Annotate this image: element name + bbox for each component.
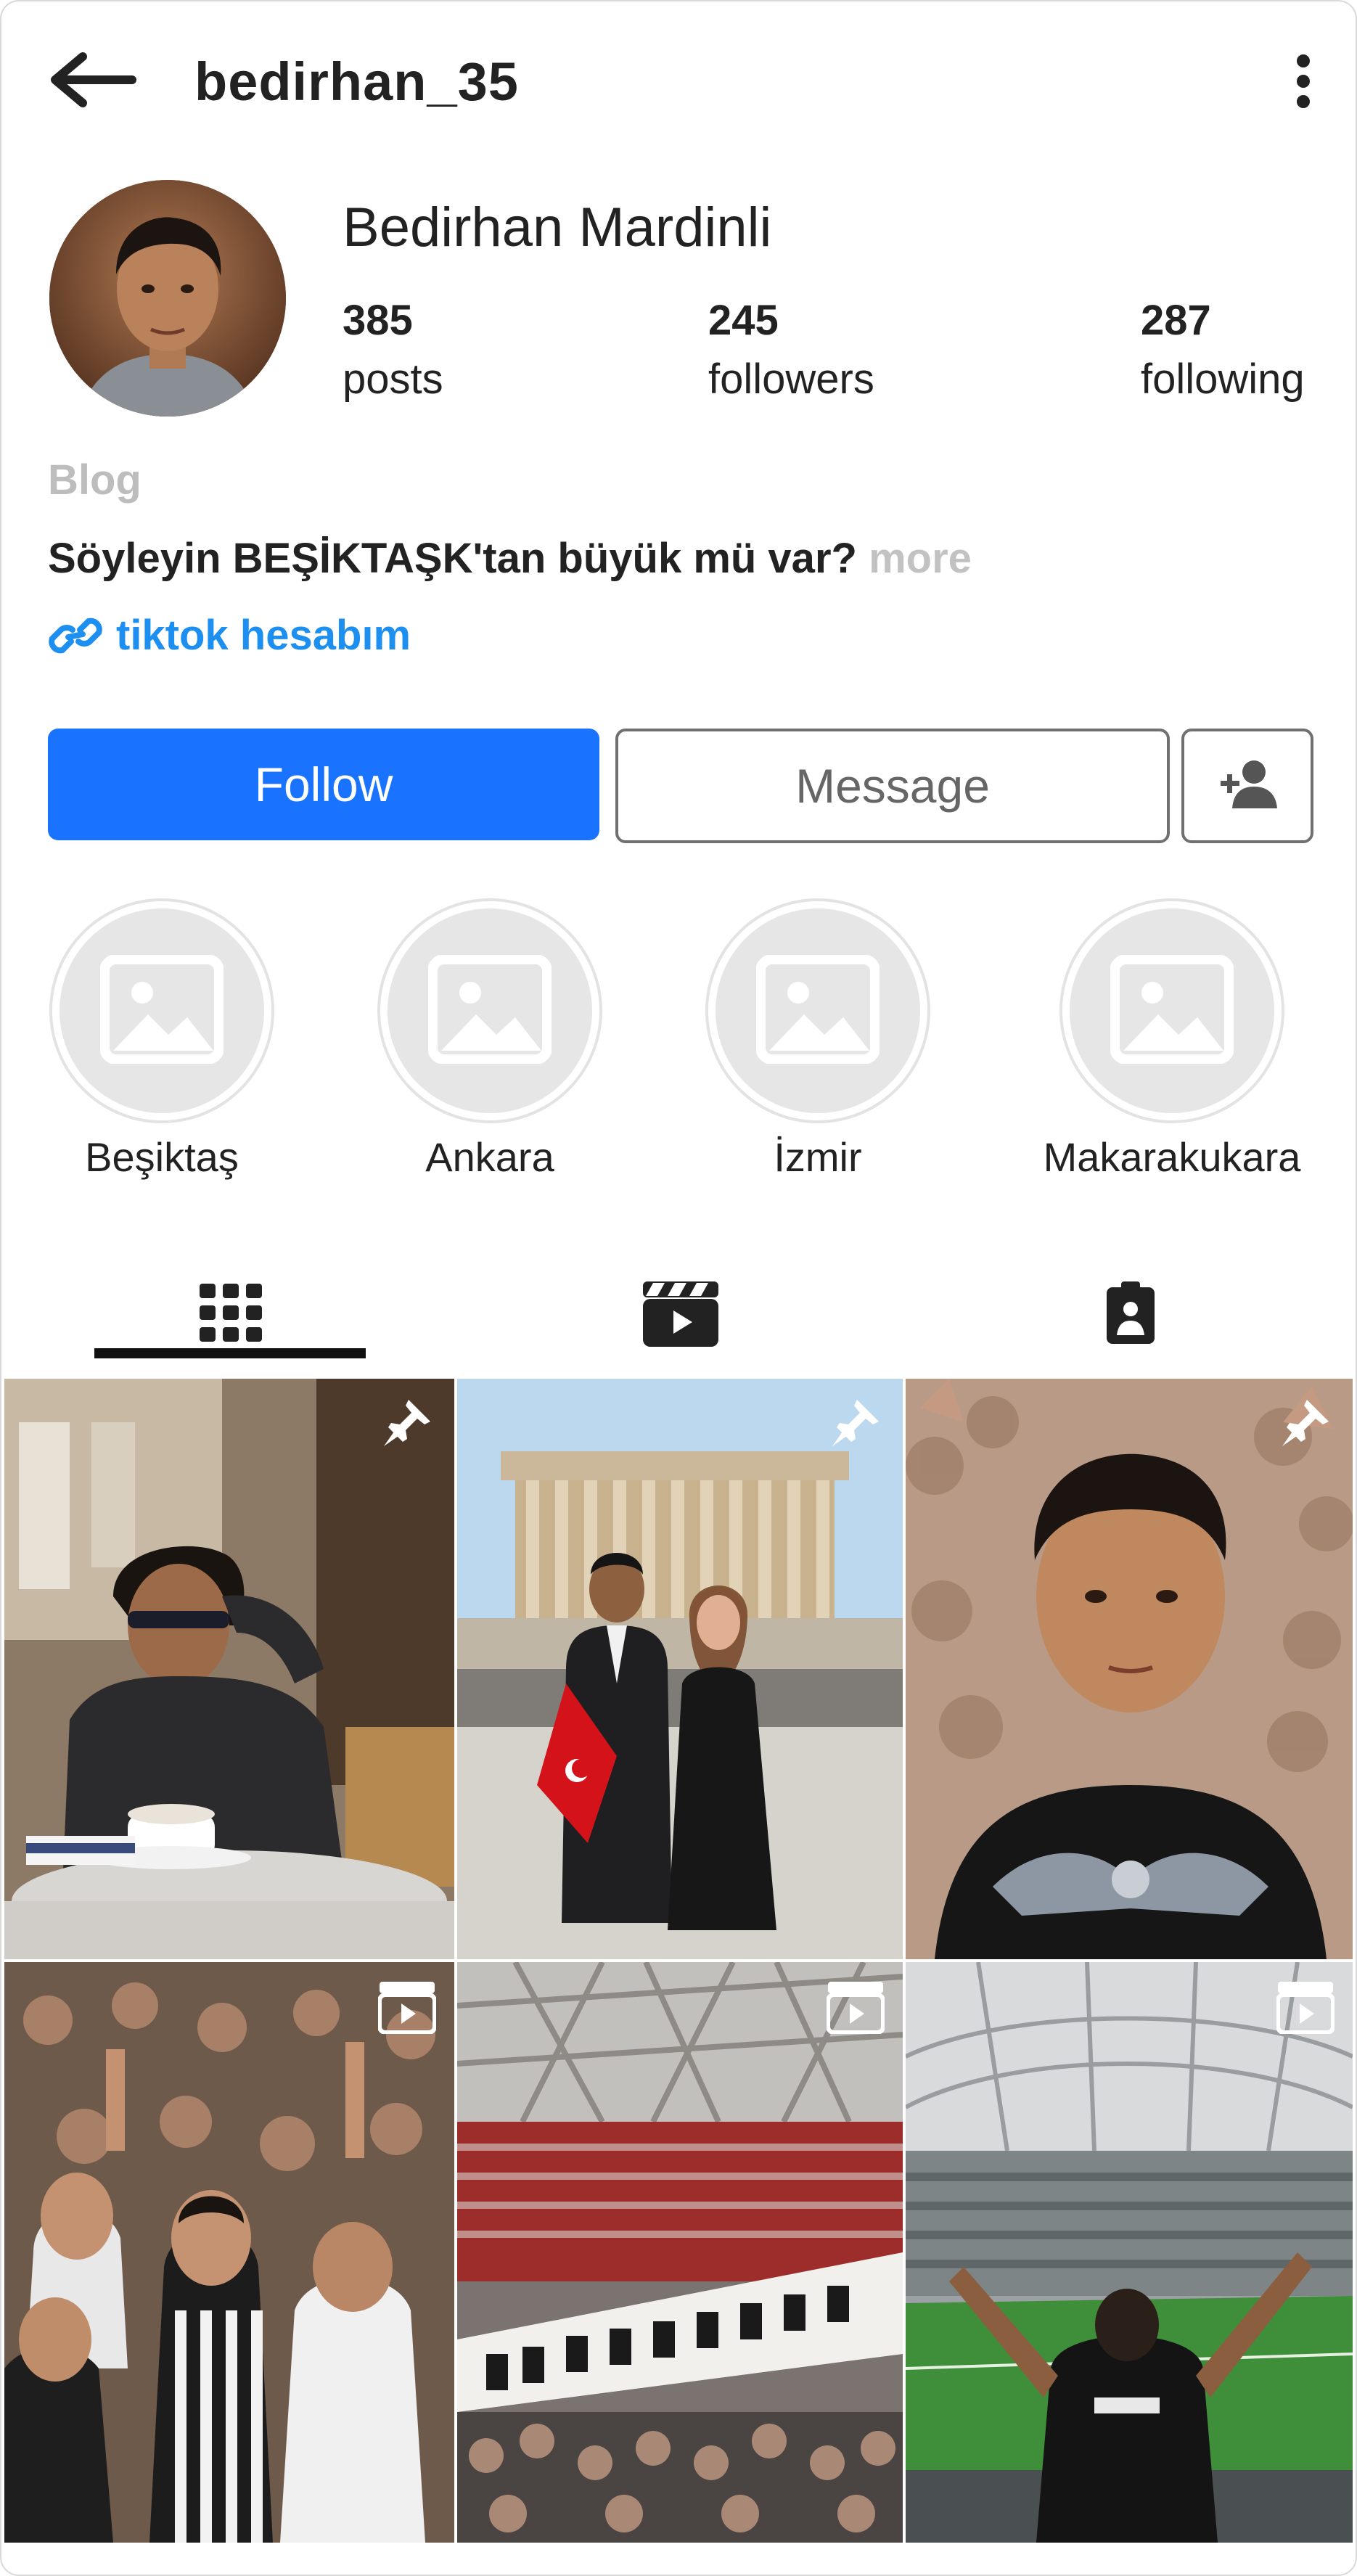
vertical-dots-icon — [1295, 54, 1312, 112]
reel-icon — [824, 1975, 887, 2038]
arrow-left-icon — [46, 51, 136, 112]
image-placeholder-icon — [99, 953, 224, 1067]
post-image — [906, 1379, 1353, 1959]
tagged-icon — [1107, 1281, 1155, 1348]
message-button[interactable]: Message — [615, 729, 1170, 843]
profile-link-text: tiktok hesabım — [116, 612, 411, 659]
stat-posts[interactable]: 385 posts — [343, 295, 443, 412]
stat-posts-count: 385 — [343, 297, 413, 344]
post-tile[interactable] — [457, 1962, 903, 2543]
reel-icon — [1274, 1975, 1337, 2038]
avatar[interactable] — [49, 180, 286, 417]
highlight-ankara[interactable]: Ankara — [377, 898, 602, 1180]
post-image — [457, 1962, 903, 2543]
pin-icon — [824, 1392, 887, 1454]
follow-button[interactable]: Follow — [48, 729, 599, 840]
profile-bio: Söyleyin BEŞİKTAŞK'tan büyük mü var? mor… — [48, 534, 972, 583]
highlight-besiktas[interactable]: Beşiktaş — [49, 898, 274, 1180]
reel-icon — [376, 1975, 438, 2038]
top-bar: bedirhan_35 — [1, 1, 1356, 161]
pin-icon — [1274, 1392, 1337, 1454]
add-user-button[interactable] — [1181, 729, 1313, 843]
profile-display-name: Bedirhan Mardinli — [343, 197, 772, 258]
back-button[interactable] — [44, 44, 139, 119]
post-tile[interactable] — [906, 1379, 1353, 1959]
profile-link[interactable]: tiktok hesabım — [48, 611, 411, 660]
post-tile[interactable] — [4, 1962, 454, 2543]
post-tile[interactable] — [457, 1379, 903, 1959]
post-image — [906, 1962, 1353, 2543]
stat-followers-label: followers — [708, 356, 874, 403]
post-tile[interactable] — [906, 1962, 1353, 2543]
stat-posts-label: posts — [343, 356, 443, 403]
stat-following-label: following — [1141, 356, 1305, 403]
stat-following[interactable]: 287 following — [1141, 295, 1305, 412]
tab-reels[interactable] — [544, 1267, 817, 1361]
highlight-makarakukara[interactable]: Makarakukara — [1044, 898, 1300, 1180]
highlight-label: Ankara — [425, 1134, 554, 1180]
bio-more-link[interactable]: more — [869, 535, 972, 582]
image-placeholder-icon — [427, 953, 552, 1067]
stat-following-count: 287 — [1141, 297, 1211, 344]
highlight-label: Beşiktaş — [85, 1134, 239, 1180]
highlight-label: İzmir — [774, 1134, 862, 1180]
link-icon — [48, 614, 103, 657]
post-image — [457, 1379, 903, 1959]
post-tile[interactable] — [4, 1379, 454, 1959]
pin-icon — [376, 1392, 438, 1454]
add-user-icon — [1215, 759, 1280, 813]
image-placeholder-icon — [755, 953, 880, 1067]
grid-icon — [200, 1283, 262, 1345]
more-options-button[interactable] — [1282, 46, 1325, 119]
bio-text: Söyleyin BEŞİKTAŞK'tan büyük mü var? — [48, 535, 857, 582]
tab-posts-grid[interactable] — [94, 1267, 367, 1361]
stat-followers[interactable]: 245 followers — [708, 295, 874, 412]
highlight-label: Makarakukara — [1043, 1134, 1301, 1180]
reels-icon — [643, 1279, 718, 1350]
active-tab-indicator — [94, 1348, 366, 1358]
profile-username: bedirhan_35 — [194, 52, 519, 112]
profile-category: Blog — [48, 456, 142, 504]
post-image — [4, 1379, 454, 1959]
profile-page: bedirhan_35 Bedirhan Mardinli 385 posts … — [0, 0, 1357, 2576]
image-placeholder-icon — [1110, 953, 1234, 1067]
highlight-izmir[interactable]: İzmir — [705, 898, 930, 1180]
stat-followers-count: 245 — [708, 297, 779, 344]
tab-tagged[interactable] — [994, 1267, 1267, 1361]
post-image — [4, 1962, 454, 2543]
